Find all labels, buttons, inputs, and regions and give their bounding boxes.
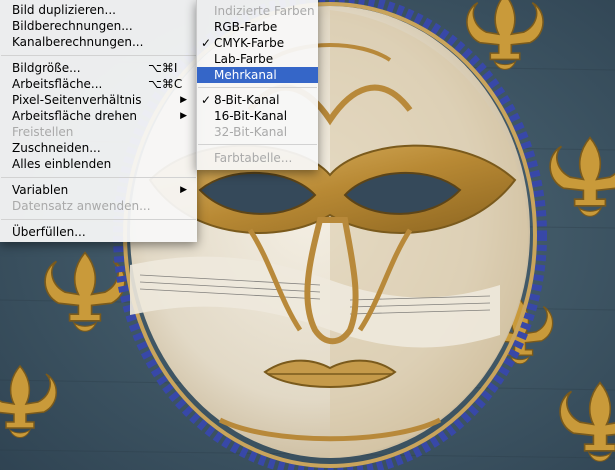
menu-item-pixel-aspect-ratio[interactable]: Pixel-Seitenverhältnis ▶ xyxy=(0,92,197,108)
submenu-item-32-bit: 32-Bit-Kanal xyxy=(197,124,318,140)
menu-item-label: CMYK-Farbe xyxy=(214,36,285,50)
menu-item-image-size[interactable]: Bildgröße... ⌥⌘I xyxy=(0,60,197,76)
menu-item-label: Variablen xyxy=(12,183,69,197)
submenu-item-cmyk-color[interactable]: ✓ CMYK-Farbe xyxy=(197,35,318,51)
menu-item-label: Mehrkanal xyxy=(214,68,277,82)
menu-separator xyxy=(198,144,317,145)
menu-item-rotate-canvas[interactable]: Arbeitsfläche drehen ▶ xyxy=(0,108,197,124)
menu-item-label: Pixel-Seitenverhältnis xyxy=(12,93,142,107)
menu-item-label: Freistellen xyxy=(12,125,74,139)
submenu-item-multichannel[interactable]: Mehrkanal xyxy=(197,67,318,83)
menu-item-canvas-size[interactable]: Arbeitsfläche... ⌥⌘C xyxy=(0,76,197,92)
submenu-item-lab-color[interactable]: Lab-Farbe xyxy=(197,51,318,67)
submenu-arrow-icon: ▶ xyxy=(180,95,187,105)
submenu-item-indexed-color: Indizierte Farben xyxy=(197,3,318,19)
menu-item-reveal-all[interactable]: Alles einblenden xyxy=(0,156,197,172)
image-menu: Bild duplizieren... Bildberechnungen... … xyxy=(0,0,197,242)
menu-item-label: RGB-Farbe xyxy=(214,20,278,34)
menu-item-label: Bildberechnungen... xyxy=(12,19,133,33)
menu-item-label: Farbtabelle... xyxy=(214,151,293,165)
submenu-item-8-bit[interactable]: ✓ 8-Bit-Kanal xyxy=(197,92,318,108)
menu-item-label: Indizierte Farben xyxy=(214,4,315,18)
menu-item-calculations[interactable]: Kanalberechnungen... xyxy=(0,34,197,50)
menu-item-trap[interactable]: Überfüllen... xyxy=(0,224,197,240)
menu-item-label: Arbeitsfläche... xyxy=(12,77,103,91)
checkmark-icon: ✓ xyxy=(201,93,212,107)
menu-item-label: Kanalberechnungen... xyxy=(12,35,144,49)
menu-separator xyxy=(1,219,196,220)
menu-item-label: Arbeitsfläche drehen xyxy=(12,109,138,123)
menu-item-crop: Freistellen xyxy=(0,124,197,140)
checkmark-icon: ✓ xyxy=(201,36,212,50)
menu-item-variables[interactable]: Variablen ▶ xyxy=(0,182,197,198)
menu-item-shortcut: ⌥⌘I xyxy=(148,61,178,75)
mode-submenu: Indizierte Farben RGB-Farbe ✓ CMYK-Farbe… xyxy=(196,0,318,170)
menu-item-apply-data-set: Datensatz anwenden... xyxy=(0,198,197,214)
submenu-arrow-icon: ▶ xyxy=(180,185,187,195)
menu-item-label: Lab-Farbe xyxy=(214,52,274,66)
menu-item-label: Bild duplizieren... xyxy=(12,3,116,17)
menu-item-trim[interactable]: Zuschneiden... xyxy=(0,140,197,156)
menu-item-label: Alles einblenden xyxy=(12,157,112,171)
menu-item-label: Zuschneiden... xyxy=(12,141,101,155)
menu-item-apply-image[interactable]: Bildberechnungen... xyxy=(0,18,197,34)
submenu-item-color-table: Farbtabelle... xyxy=(197,150,318,166)
menu-item-label: Datensatz anwenden... xyxy=(12,199,151,213)
submenu-arrow-icon: ▶ xyxy=(180,111,187,121)
menu-separator xyxy=(1,177,196,178)
submenu-item-rgb-color[interactable]: RGB-Farbe xyxy=(197,19,318,35)
menu-separator xyxy=(1,55,196,56)
menu-item-label: Bildgröße... xyxy=(12,61,81,75)
menu-item-label: 8-Bit-Kanal xyxy=(214,93,280,107)
menu-item-label: Überfüllen... xyxy=(12,225,86,239)
menu-item-label: 32-Bit-Kanal xyxy=(214,125,288,139)
menu-separator xyxy=(198,87,317,88)
menu-item-duplicate-image[interactable]: Bild duplizieren... xyxy=(0,2,197,18)
menu-item-shortcut: ⌥⌘C xyxy=(148,77,183,91)
menu-item-label: 16-Bit-Kanal xyxy=(214,109,288,123)
submenu-item-16-bit[interactable]: 16-Bit-Kanal xyxy=(197,108,318,124)
